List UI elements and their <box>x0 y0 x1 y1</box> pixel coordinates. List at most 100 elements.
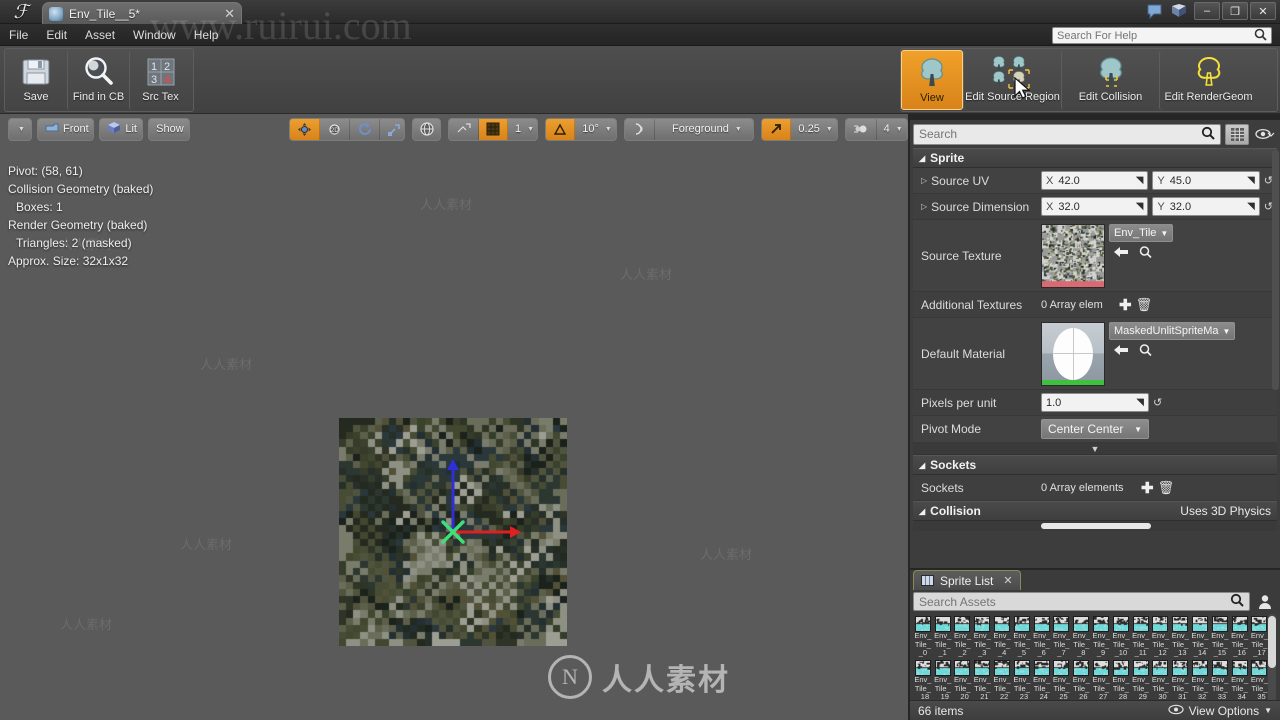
default-material-asset-picker[interactable]: MaskedUnlitSpriteMa ▼ <box>1109 322 1236 340</box>
sprite-list-item[interactable]: Env_Tile__28 <box>1111 658 1131 702</box>
sprite-list-search-input[interactable] <box>919 594 1230 609</box>
sprite-list-scrollbar-thumb[interactable] <box>1268 616 1276 668</box>
drag-handle-icon[interactable]: ◥ <box>1247 175 1255 186</box>
sprite-list-item[interactable]: Env_Tile__10 <box>1111 614 1131 658</box>
rotation-snap-button[interactable] <box>546 118 576 140</box>
coord-system-button[interactable] <box>413 119 440 140</box>
pixels-per-unit-field[interactable]: 1.0 ◥ <box>1041 393 1149 412</box>
viewport-view-mode[interactable]: Front <box>38 119 93 140</box>
surface-snap-button[interactable] <box>449 118 479 140</box>
source-texture-asset-picker[interactable]: Env_Tile ▼ <box>1109 224 1174 242</box>
sprite-preview[interactable] <box>339 418 567 646</box>
chevron-right-icon[interactable]: ▷ <box>921 202 927 211</box>
details-search-box[interactable] <box>913 123 1221 145</box>
scale-snap-button[interactable] <box>625 118 655 140</box>
save-button[interactable]: Save <box>5 50 67 110</box>
sprite-list-item[interactable]: Env_Tile__16 <box>1230 614 1250 658</box>
close-window-button[interactable]: ✕ <box>1250 2 1276 20</box>
texture-thumbnail[interactable] <box>1041 224 1105 288</box>
plus-icon[interactable]: ✚ <box>1141 479 1154 497</box>
rotate-mode-button[interactable]: 2D <box>320 118 350 140</box>
pivot-mode-dropdown[interactable]: Center Center ▼ <box>1041 419 1149 439</box>
sprite-list-item[interactable]: Env_Tile__0 <box>913 614 933 658</box>
sprite-list-item[interactable]: Env_Tile__1 <box>933 614 953 658</box>
sprite-list-item[interactable]: Env_Tile__11 <box>1131 614 1151 658</box>
source-uv-y-field[interactable]: Y 45.0 ◥ <box>1152 171 1260 190</box>
sprite-list-item[interactable]: Env_Tile__35 <box>1250 658 1270 702</box>
viewport-lighting-mode[interactable]: Lit <box>100 119 142 140</box>
close-icon[interactable]: ✕ <box>1003 574 1012 587</box>
sprite-list-item[interactable]: Env_Tile__9 <box>1091 614 1111 658</box>
sprite-list-item[interactable]: Env_Tile__31 <box>1170 658 1190 702</box>
sprite-list-item[interactable]: Env_Tile__24 <box>1032 658 1052 702</box>
marketplace-icon[interactable] <box>1170 2 1188 20</box>
stretch-mode-button[interactable] <box>380 119 404 140</box>
foreground-dropdown[interactable]: Foreground ▼ <box>655 119 754 140</box>
plus-icon[interactable]: ✚ <box>1119 296 1132 314</box>
view-options-button[interactable]: View Options ▼ <box>1167 704 1272 718</box>
category-sockets-header[interactable]: ◢ Sockets <box>913 455 1277 475</box>
sprite-list-item[interactable]: Env_Tile__34 <box>1230 658 1250 702</box>
sprite-list-item[interactable]: Env_Tile__32 <box>1190 658 1210 702</box>
viewport-options-button[interactable]: ▼ <box>9 119 31 140</box>
sprite-list-item[interactable]: Env_Tile__22 <box>992 658 1012 702</box>
camera-speed-button[interactable] <box>762 118 792 140</box>
menu-edit[interactable]: Edit <box>37 26 76 44</box>
sprite-list-item[interactable]: Env_Tile__7 <box>1052 614 1072 658</box>
sprite-list-item[interactable]: Env_Tile__5 <box>1012 614 1032 658</box>
browse-icon[interactable] <box>1138 245 1153 262</box>
sprite-list-item[interactable]: Env_Tile__13 <box>1170 614 1190 658</box>
sprite-list-item[interactable]: Env_Tile__3 <box>972 614 992 658</box>
use-selected-icon[interactable] <box>1113 245 1129 262</box>
sprite-list-item[interactable]: Env_Tile__20 <box>953 658 973 702</box>
user-icon[interactable] <box>1253 591 1277 612</box>
sprite-list-item[interactable]: Env_Tile__8 <box>1071 614 1091 658</box>
trash-icon[interactable]: 🗑 <box>1136 297 1153 313</box>
drag-handle-icon[interactable]: ◥ <box>1136 397 1144 408</box>
menu-window[interactable]: Window <box>124 26 185 44</box>
source-dimension-y-field[interactable]: Y 32.0 ◥ <box>1152 197 1260 216</box>
scale-mode-button[interactable] <box>350 118 380 140</box>
grid-snap-button[interactable] <box>478 118 508 140</box>
grid-view-icon[interactable] <box>1225 123 1249 145</box>
details-hscrollbar-thumb[interactable] <box>1041 523 1151 529</box>
sprite-list-item[interactable]: Env_Tile__12 <box>1151 614 1171 658</box>
menu-file[interactable]: File <box>0 26 37 44</box>
source-uv-x-field[interactable]: X 42.0 ◥ <box>1041 171 1149 190</box>
help-search-box[interactable] <box>1052 27 1272 44</box>
details-hscrollbar[interactable] <box>913 521 1277 531</box>
browse-icon[interactable] <box>1138 343 1153 360</box>
edit-collision-button[interactable]: Edit Collision <box>1061 50 1159 110</box>
sprite-list-item[interactable]: Env_Tile__6 <box>1032 614 1052 658</box>
menu-help[interactable]: Help <box>185 26 228 44</box>
prop-source-uv-label[interactable]: ▷ Source UV <box>913 174 1041 188</box>
sprite-list-item[interactable]: Env_Tile__23 <box>1012 658 1032 702</box>
source-dimension-x-field[interactable]: X 32.0 ◥ <box>1041 197 1149 216</box>
details-vscrollbar[interactable] <box>1272 150 1279 390</box>
sprite-list-item[interactable]: Env_Tile__18 <box>913 658 933 702</box>
sprite-list-item[interactable]: Env_Tile__4 <box>992 614 1012 658</box>
src-tex-button[interactable]: 1 2 3 4 Src Tex <box>129 50 191 110</box>
restore-button[interactable]: ❐ <box>1222 2 1248 20</box>
viewport[interactable]: ▼ Front Lit Show 2D 1 ▼ 10° ▼ Foreground… <box>0 114 908 720</box>
prop-source-dimension-label[interactable]: ▷ Source Dimension <box>913 200 1041 214</box>
sprite-list-item[interactable]: Env_Tile__17 <box>1250 614 1270 658</box>
sprite-list-item[interactable]: Env_Tile__26 <box>1071 658 1091 702</box>
eye-icon[interactable] <box>1253 124 1277 145</box>
menu-asset[interactable]: Asset <box>76 26 124 44</box>
sprite-list-item[interactable]: Env_Tile__15 <box>1210 614 1230 658</box>
rotation-snap-value[interactable]: 10° ▼ <box>575 119 616 140</box>
material-thumbnail[interactable] <box>1041 322 1105 386</box>
grid-snap-value[interactable]: 1 ▼ <box>508 119 537 140</box>
edit-source-region-button[interactable]: Edit Source Region <box>963 50 1061 110</box>
details-body[interactable]: ◢ Sprite ▷ Source UV X 42.0 ◥ Y 45.0 ◥ ↺… <box>913 148 1277 566</box>
feedback-icon[interactable] <box>1146 2 1164 20</box>
drag-handle-icon[interactable]: ◥ <box>1136 201 1144 212</box>
drag-handle-icon[interactable]: ◥ <box>1136 175 1144 186</box>
sprite-list-item[interactable]: Env_Tile__21 <box>972 658 992 702</box>
fov-button[interactable] <box>846 118 877 140</box>
close-icon[interactable]: ✕ <box>224 6 235 22</box>
minimize-button[interactable]: – <box>1194 2 1220 20</box>
trash-icon[interactable]: 🗑 <box>1158 480 1175 496</box>
category-expander[interactable]: ▼ <box>913 443 1277 455</box>
